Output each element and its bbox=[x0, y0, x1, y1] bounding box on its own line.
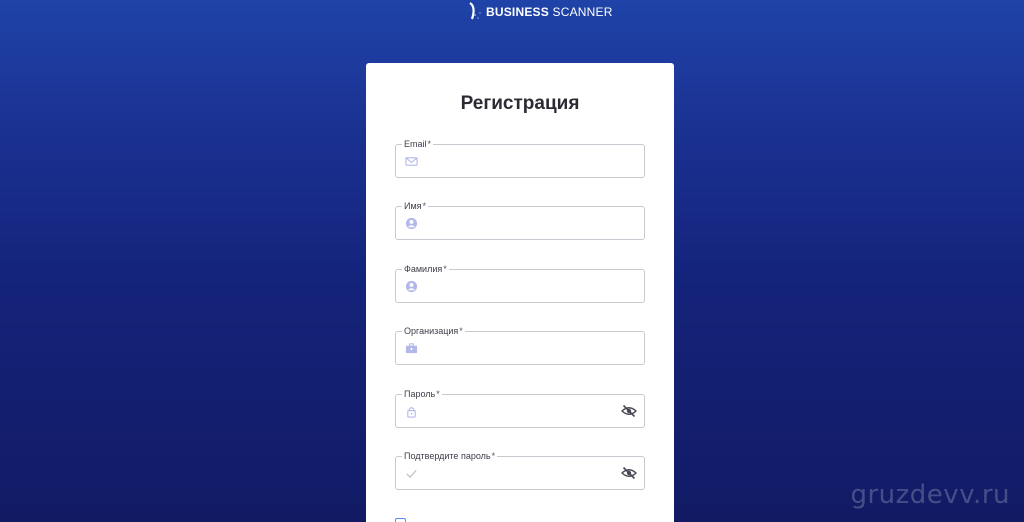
briefcase-icon bbox=[404, 341, 418, 355]
registration-card: Регистрация Email* Имя* Фамилия* Организ… bbox=[366, 63, 674, 522]
last-name-input[interactable] bbox=[424, 274, 614, 298]
scanner-logo-icon bbox=[469, 2, 481, 20]
confirm-password-field[interactable]: Подтвердите пароль* bbox=[395, 450, 645, 490]
password-input[interactable] bbox=[424, 399, 614, 423]
check-icon bbox=[404, 466, 418, 480]
mail-icon bbox=[404, 154, 418, 168]
confirm-password-input[interactable] bbox=[424, 461, 614, 485]
first-name-field[interactable]: Имя* bbox=[395, 200, 645, 240]
watermark: gruzdevv.ru bbox=[850, 480, 1010, 510]
email-field[interactable]: Email* bbox=[395, 138, 645, 178]
logo-text: BUSINESS SCANNER bbox=[486, 5, 613, 19]
organization-input[interactable] bbox=[424, 336, 614, 360]
first-name-input[interactable] bbox=[424, 211, 614, 235]
page-title: Регистрация bbox=[460, 93, 580, 114]
password-field[interactable]: Пароль* bbox=[395, 388, 645, 428]
user-icon bbox=[404, 279, 418, 293]
agreement-checkbox[interactable] bbox=[395, 518, 406, 522]
lock-icon bbox=[404, 404, 418, 418]
email-input[interactable] bbox=[424, 149, 614, 173]
organization-field[interactable]: Организация* bbox=[395, 325, 645, 365]
last-name-field[interactable]: Фамилия* bbox=[395, 263, 645, 303]
user-icon bbox=[404, 216, 418, 230]
app-logo: BUSINESS SCANNER bbox=[466, 0, 613, 24]
eye-off-icon[interactable] bbox=[620, 466, 638, 480]
eye-off-icon[interactable] bbox=[620, 404, 638, 418]
